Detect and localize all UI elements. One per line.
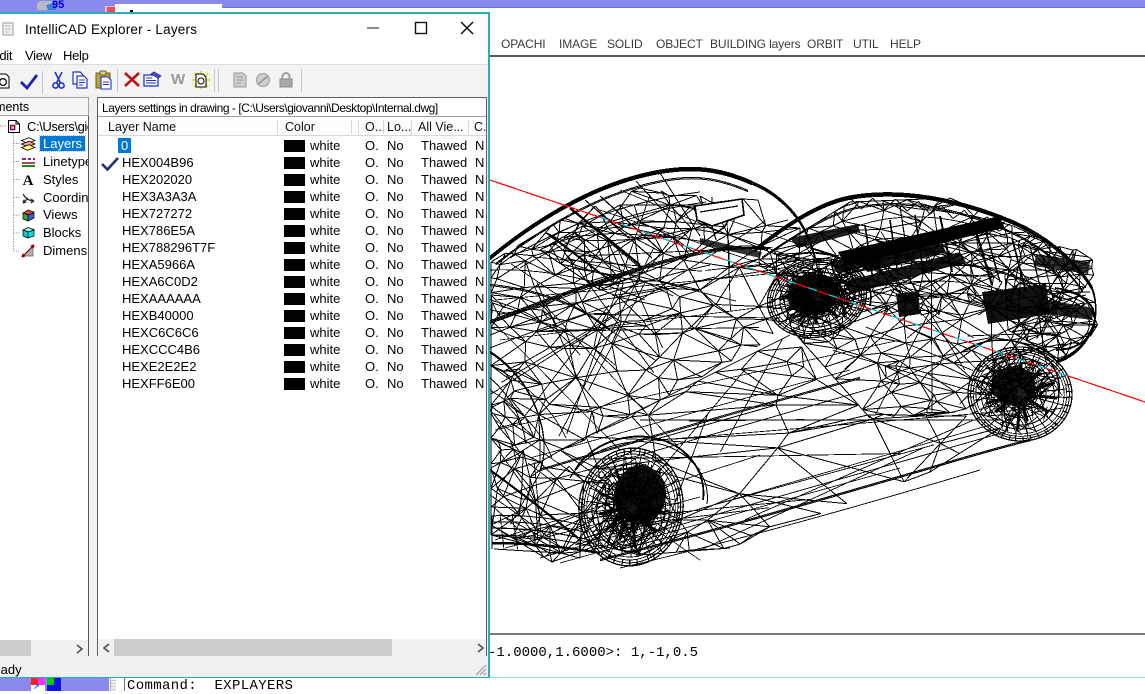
svg-text:A: A	[23, 173, 34, 188]
